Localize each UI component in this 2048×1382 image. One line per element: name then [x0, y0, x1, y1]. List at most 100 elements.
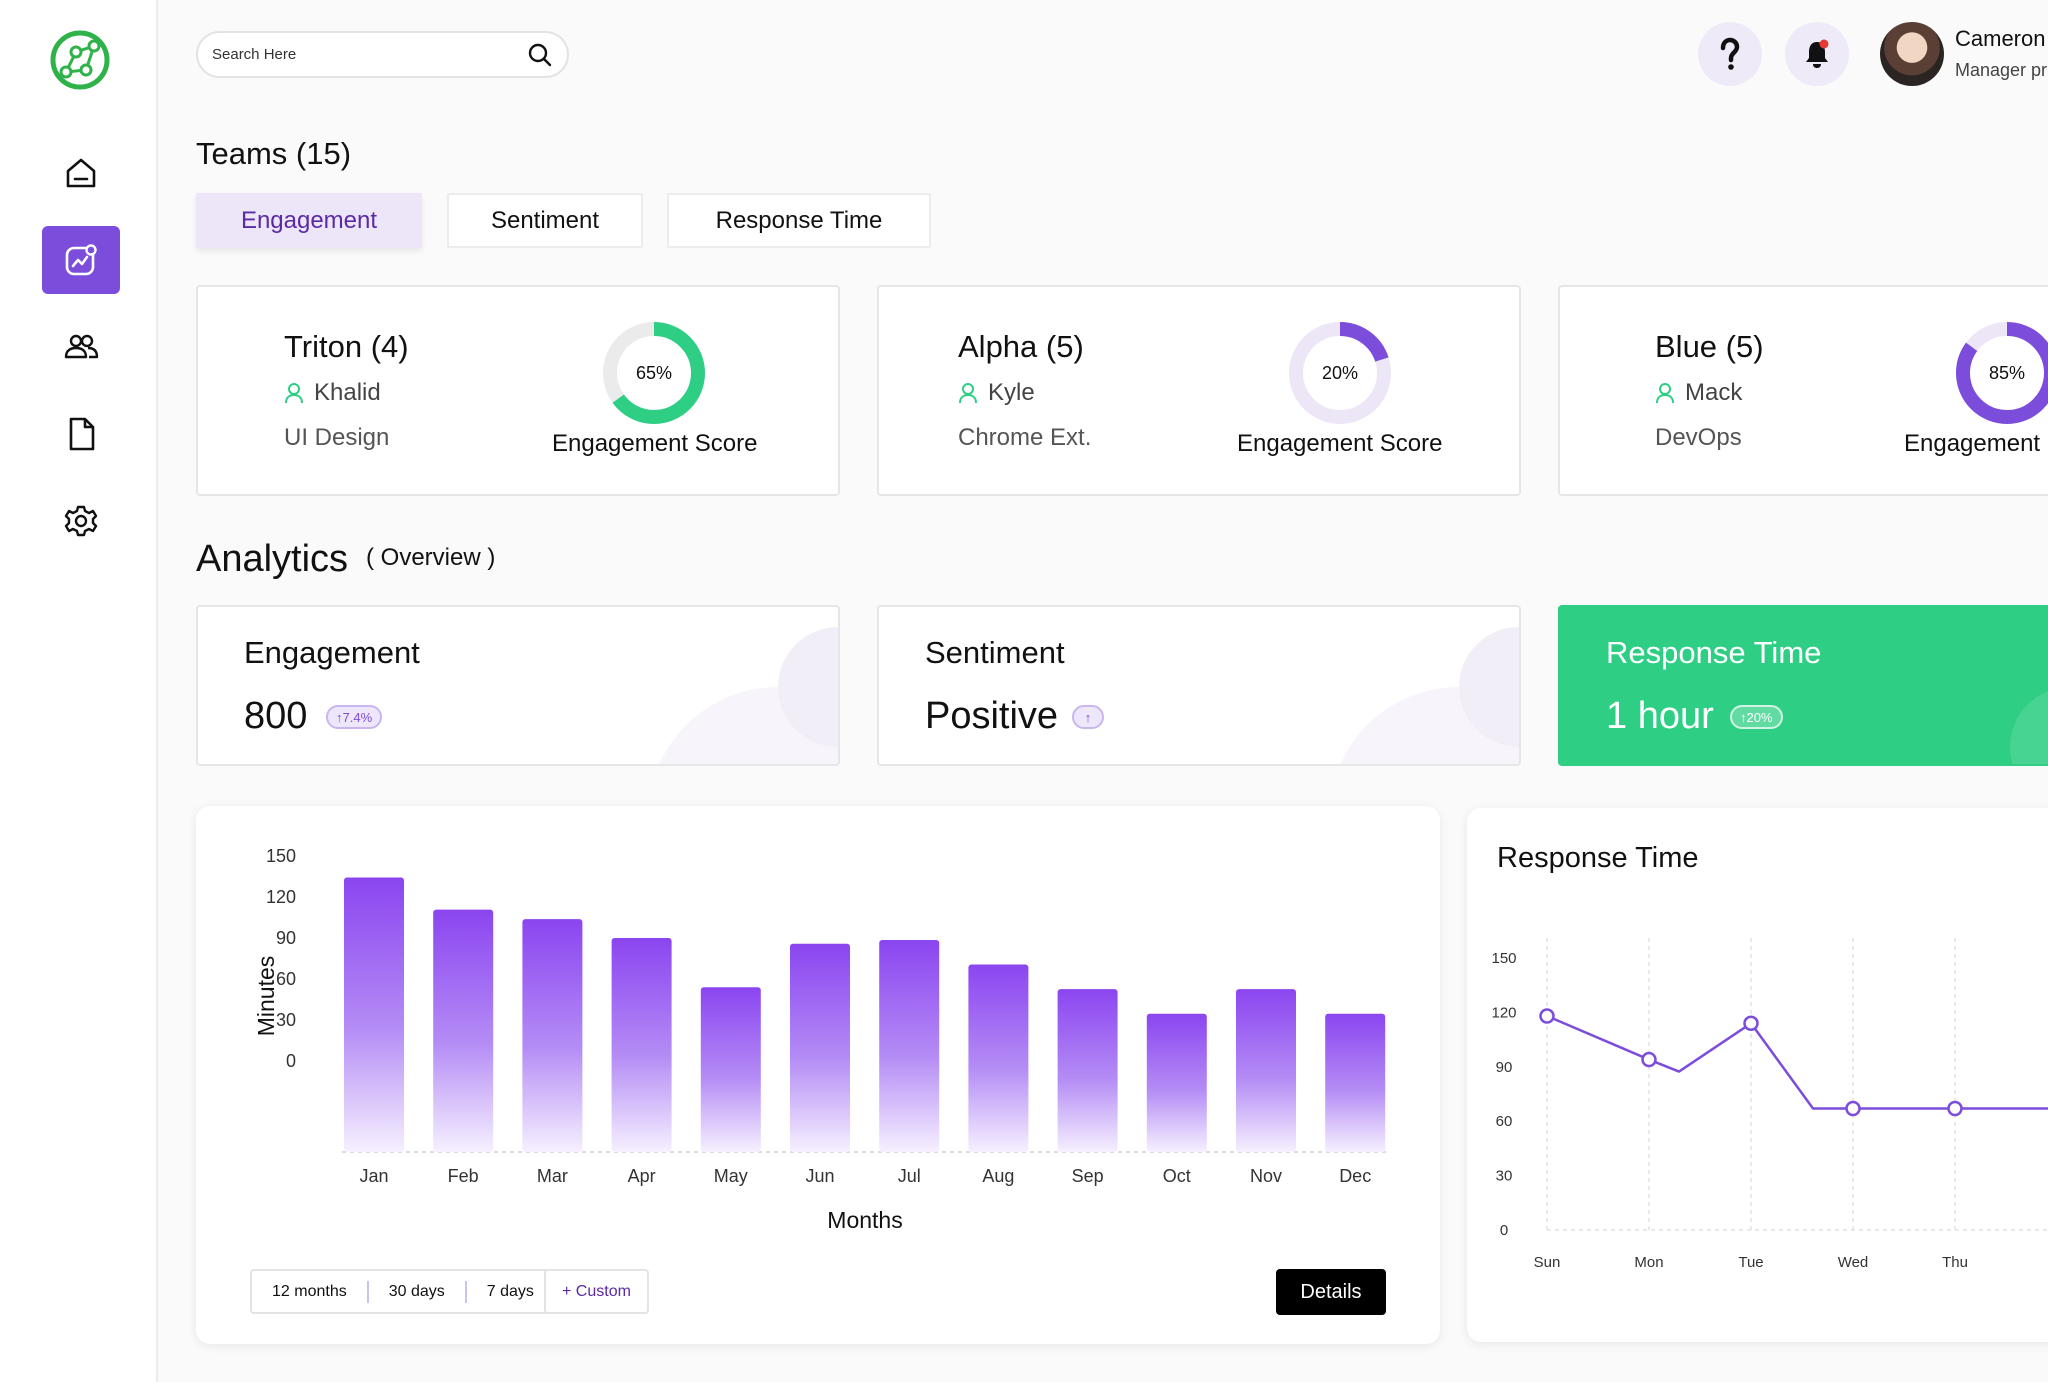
monthly-bar-chart: 0306090120150 Jan Feb Mar Apr May Jun Jul Aug Se… — [253, 846, 1388, 1233]
y-tick-label: 150 — [266, 846, 296, 866]
analytics-title: Analytics — [196, 538, 349, 580]
team-lead-name: Kyle — [988, 379, 1035, 406]
y-tick-label: 150 — [1491, 950, 1516, 967]
bar[interactable] — [790, 943, 850, 1152]
team-lead: Mack — [1655, 379, 1742, 407]
x-tick-label: Jul — [898, 1166, 921, 1186]
bar[interactable] — [879, 939, 940, 1152]
series-line — [1546, 1014, 2048, 1110]
data-point[interactable] — [1641, 1051, 1657, 1068]
tab-sentiment[interactable]: Sentiment — [447, 193, 643, 248]
gear-icon — [64, 505, 98, 537]
x-tick-label: Tue — [1738, 1254, 1763, 1271]
help-button[interactable] — [1698, 22, 1762, 86]
bar[interactable] — [344, 877, 404, 1152]
trend-badge: ↑ — [1072, 705, 1104, 729]
monthly-chart-card: 0 30 60 90 120 150 Jan Feb Mar Apr May Jun Jul Aug Se… — [196, 806, 1440, 1344]
team-department: Chrome Ext. — [958, 424, 1092, 451]
stat-title: Sentiment — [925, 635, 1065, 670]
y-tick-label: 120 — [266, 887, 296, 907]
user-icon — [959, 383, 977, 404]
search-bar[interactable] — [196, 31, 569, 78]
teams-title: Teams (15) — [196, 136, 352, 171]
stat-card-sentiment[interactable]: Sentiment Positive ↑ — [877, 605, 1521, 766]
tab-engagement[interactable]: Engagement — [196, 193, 422, 248]
y-tick-label: 0 — [286, 1051, 296, 1071]
user-name: Cameron — [1955, 26, 2046, 51]
question-icon — [1720, 37, 1740, 70]
bar[interactable] — [611, 938, 672, 1152]
search-icon[interactable] — [527, 42, 553, 68]
nav-teams[interactable] — [42, 313, 120, 381]
score-label: Engagement Score — [552, 430, 758, 457]
engagement-donut: 85% — [1954, 320, 2048, 426]
bar[interactable] — [1325, 1013, 1386, 1152]
data-point[interactable] — [1947, 1100, 1963, 1117]
app-logo[interactable] — [46, 28, 114, 92]
notifications-button[interactable] — [1785, 22, 1849, 86]
data-point[interactable] — [1845, 1100, 1861, 1117]
bar[interactable] — [1057, 989, 1118, 1152]
data-point[interactable] — [1539, 1008, 1555, 1024]
bar[interactable] — [968, 964, 1029, 1152]
response-time-line-chart: 0 30 60 90 120 150 Sun Mon Tue Wed Thu — [1491, 938, 2048, 1271]
engagement-donut: 20% — [1287, 320, 1393, 426]
tab-response-time[interactable]: Response Time — [667, 193, 931, 248]
team-lead: Kyle — [958, 379, 1035, 407]
x-tick-label: Sep — [1072, 1166, 1104, 1186]
x-axis-label: Months — [827, 1207, 902, 1233]
y-tick-label: 90 — [1496, 1059, 1513, 1076]
user-icon — [1656, 383, 1674, 404]
nav-home[interactable] — [42, 139, 120, 207]
nav-analytics[interactable] — [42, 226, 120, 294]
avatar[interactable] — [1880, 22, 1944, 86]
bar[interactable] — [1236, 989, 1296, 1152]
details-button[interactable]: Details — [1276, 1269, 1386, 1315]
x-tick-label: Thu — [1942, 1254, 1968, 1271]
x-tick-label: Mon — [1634, 1254, 1663, 1271]
x-tick-label: Feb — [448, 1166, 479, 1186]
y-axis-label: Minutes — [253, 956, 279, 1037]
x-tick-label: Dec — [1339, 1166, 1371, 1186]
team-card[interactable]: Alpha (5) Kyle Chrome Ext. 20% Engagemen… — [877, 285, 1521, 496]
x-tick-label: May — [714, 1166, 748, 1186]
range-12-months[interactable]: 12 months — [252, 1283, 367, 1301]
team-card[interactable]: Triton (4) Khalid UI Design 65% Engageme… — [196, 285, 840, 496]
trend-badge: ↑20% — [1730, 705, 1783, 729]
x-tick-label: Apr — [628, 1166, 656, 1186]
document-icon — [69, 417, 95, 451]
x-tick-label: Nov — [1250, 1166, 1282, 1186]
y-tick-label: 0 — [1500, 1222, 1508, 1239]
team-department: UI Design — [284, 424, 390, 451]
stat-card-engagement[interactable]: Engagement 800 ↑7.4% — [196, 605, 840, 766]
bar[interactable] — [522, 919, 583, 1152]
bar[interactable] — [433, 909, 494, 1152]
bar[interactable] — [700, 987, 761, 1152]
bar[interactable] — [1146, 1013, 1207, 1152]
nav-settings[interactable] — [42, 487, 120, 555]
nav-documents[interactable] — [42, 400, 120, 468]
team-name: Alpha (5) — [958, 329, 1084, 364]
team-department: DevOps — [1655, 424, 1742, 451]
custom-range-button[interactable]: + Custom — [544, 1269, 649, 1314]
x-tick-label: Aug — [982, 1166, 1014, 1186]
x-tick-label: Jun — [805, 1166, 834, 1186]
stat-title: Response Time — [1606, 635, 1822, 670]
range-7-days[interactable]: 7 days — [467, 1283, 554, 1301]
bell-icon — [1806, 39, 1829, 68]
sidebar — [0, 0, 158, 1382]
score-label: Engagement S — [1904, 430, 2048, 457]
stat-card-response-time[interactable]: Response Time 1 hour ↑20% — [1558, 605, 2048, 766]
engagement-percent: 85% — [1988, 363, 2026, 383]
data-point[interactable] — [1743, 1015, 1759, 1032]
team-name: Blue (5) — [1655, 329, 1764, 364]
y-tick-label: 60 — [1496, 1113, 1513, 1130]
range-30-days[interactable]: 30 days — [369, 1283, 465, 1301]
trend-badge: ↑7.4% — [326, 705, 383, 729]
team-card[interactable]: Blue (5) Mack DevOps 85% Engagement S — [1558, 285, 2048, 496]
engagement-percent: 65% — [635, 363, 673, 383]
team-lead: Khalid — [284, 379, 381, 407]
user-role: Manager pr — [1955, 60, 2048, 80]
search-input[interactable] — [212, 46, 527, 63]
time-range-selector: 12 months 30 days 7 days — [250, 1269, 556, 1314]
